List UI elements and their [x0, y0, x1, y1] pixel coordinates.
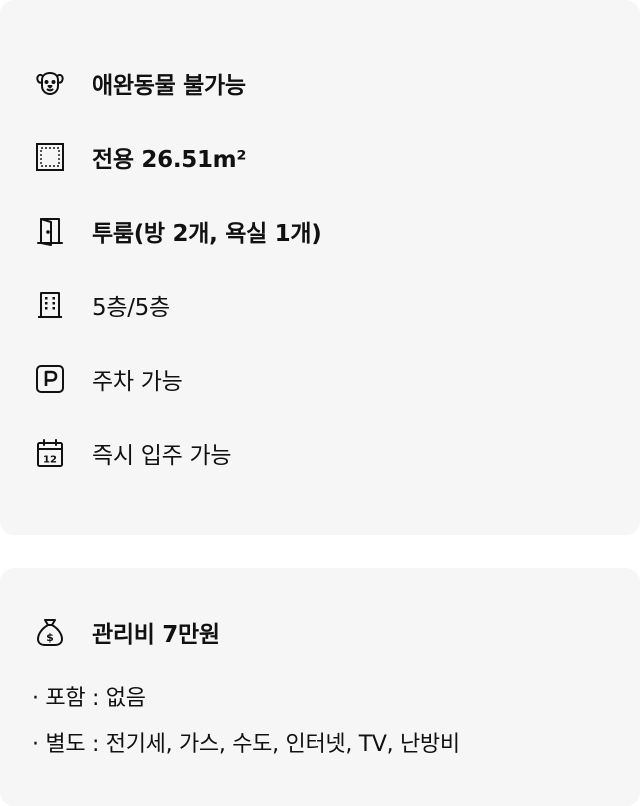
feature-move-in: 12 즉시 입주 가능: [34, 436, 231, 470]
parking-icon: [34, 363, 66, 395]
feature-rooms-label: 투룸(방 2개, 욕실 1개): [92, 221, 322, 247]
money-bag-icon: $: [34, 616, 66, 648]
feature-pets: 애완동물 불가능: [34, 66, 246, 100]
feature-parking-label: 주차 가능: [92, 369, 183, 395]
feature-area: 전용 26.51m²: [34, 140, 246, 174]
fee-title: 관리비 7만원: [92, 622, 220, 648]
fee-included: · 포함 : 없음: [32, 686, 146, 711]
feature-floor-label: 5층/5층: [92, 295, 170, 321]
fee-header: $ 관리비 7만원: [34, 615, 220, 649]
calendar-icon: 12: [34, 437, 66, 469]
dog-face-icon: [34, 67, 66, 99]
fee-separate: · 별도 : 전기세, 가스, 수도, 인터넷, TV, 난방비: [32, 732, 460, 757]
door-icon: [34, 215, 66, 247]
area-square-icon: [34, 141, 66, 173]
room-features-card: 애완동물 불가능 전용 26.51m² 투룸(방 2개, 욕실 1개) 5층/5…: [0, 0, 640, 535]
feature-parking: 주차 가능: [34, 362, 183, 396]
feature-pets-label: 애완동물 불가능: [92, 73, 246, 99]
maintenance-fee-card: $ 관리비 7만원 · 포함 : 없음 · 별도 : 전기세, 가스, 수도, …: [0, 568, 640, 806]
feature-rooms: 투룸(방 2개, 욕실 1개): [34, 214, 322, 248]
calendar-day-text: 12: [43, 455, 57, 466]
feature-move-in-label: 즉시 입주 가능: [92, 443, 232, 469]
svg-text:$: $: [46, 631, 54, 644]
building-icon: [34, 289, 66, 321]
feature-floor: 5층/5층: [34, 288, 170, 322]
feature-area-label: 전용 26.51m²: [92, 147, 247, 173]
